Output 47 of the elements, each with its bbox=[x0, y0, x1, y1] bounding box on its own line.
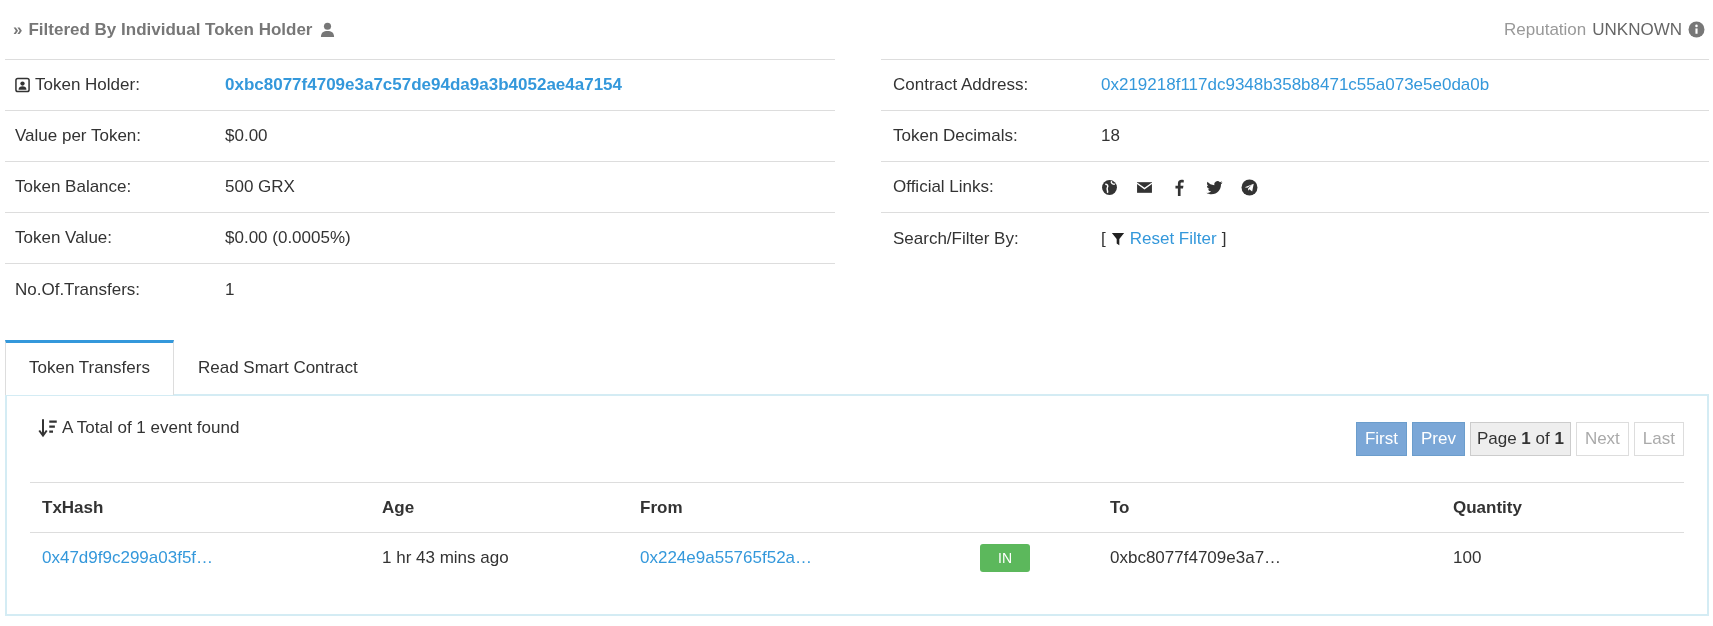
field-label: Search/Filter By: bbox=[892, 228, 1020, 249]
table-cell: 1 hr 43 mins ago bbox=[382, 548, 509, 567]
address-link[interactable]: 0x224e9a55765f52a… bbox=[640, 548, 813, 567]
field-label: No.Of.Transfers: bbox=[15, 279, 140, 300]
field-label: Token Decimals: bbox=[892, 126, 1019, 146]
filter-heading: Filtered By Individual Token Holder bbox=[28, 19, 313, 40]
field-value: 1 bbox=[225, 279, 235, 300]
column-header: Quantity bbox=[1452, 497, 1523, 518]
field-label: Token Balance: bbox=[15, 177, 132, 197]
page-button[interactable]: Prev bbox=[1411, 422, 1465, 456]
column-header: From bbox=[639, 497, 684, 518]
twitter-icon[interactable] bbox=[1206, 178, 1223, 196]
column-header: Age bbox=[381, 497, 416, 518]
sort-icon bbox=[38, 418, 58, 438]
globe-icon[interactable] bbox=[1101, 178, 1118, 196]
page-indicator: Page 1 of 1 bbox=[1469, 422, 1571, 456]
user-icon bbox=[320, 21, 336, 38]
direction-badge: IN bbox=[980, 544, 1030, 572]
column-header: To bbox=[1109, 497, 1131, 518]
field-value: 18 bbox=[1101, 126, 1120, 146]
field-label: Token Value: bbox=[15, 228, 113, 248]
tx-hash-link[interactable]: 0x47d9f9c299a03f5f… bbox=[42, 548, 214, 567]
bracket: ] bbox=[1221, 228, 1227, 249]
tab[interactable]: Token Transfers bbox=[5, 340, 174, 395]
bracket: [ bbox=[1101, 228, 1106, 249]
result-count: A Total of 1 event found bbox=[62, 418, 240, 438]
table-cell: 0xbc8077f4709e3a7… bbox=[1110, 548, 1282, 567]
field-value: $0.00 (0.0005%) bbox=[225, 228, 351, 248]
address-link[interactable]: 0x219218f117dc9348b358b8471c55a073e5e0da0b bbox=[1101, 75, 1490, 95]
reputation-value: UNKNOWN bbox=[1592, 19, 1682, 40]
chevron-icon: » bbox=[13, 19, 23, 40]
column-header: TxHash bbox=[41, 497, 105, 518]
field-value: $0.00 bbox=[225, 126, 268, 146]
reset-filter-link[interactable]: Reset Filter bbox=[1110, 228, 1217, 249]
reputation-label: Reputation bbox=[1504, 19, 1587, 40]
info-icon bbox=[1688, 21, 1705, 38]
field-label: Token Holder: bbox=[35, 75, 140, 95]
funnel-icon bbox=[1110, 231, 1125, 246]
table-cell: 100 bbox=[1453, 548, 1482, 567]
page-button[interactable]: First bbox=[1355, 422, 1407, 456]
field-label: Value per Token: bbox=[15, 126, 141, 146]
address-link[interactable]: 0xbc8077f4709e3a7c57de94da9a3b4052ae4a7154 bbox=[225, 75, 623, 95]
tab[interactable]: Read Smart Contract bbox=[173, 340, 382, 394]
field-label: Official Links: bbox=[892, 177, 995, 197]
field-value: 500 GRX bbox=[225, 177, 295, 197]
field-label: Contract Address: bbox=[892, 75, 1030, 95]
telegram-icon[interactable] bbox=[1241, 178, 1258, 196]
